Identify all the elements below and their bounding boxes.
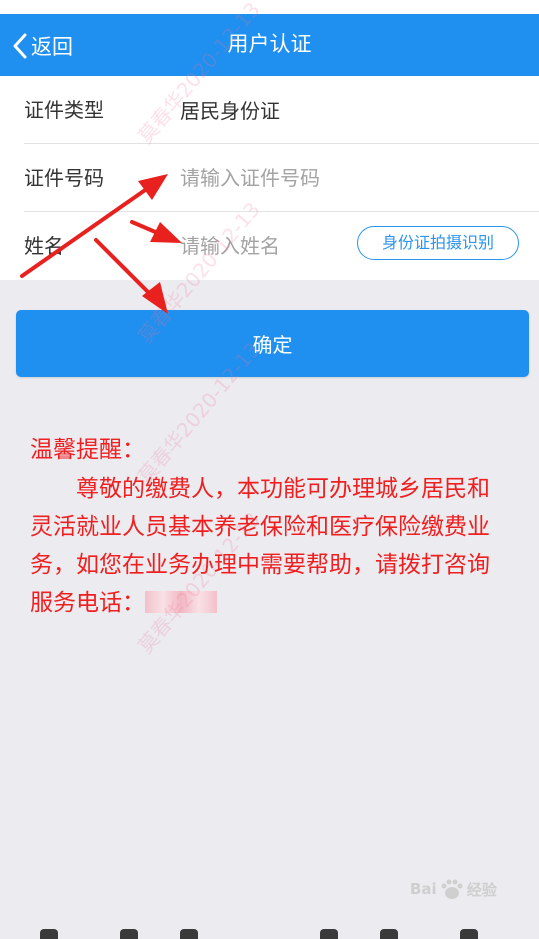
- nav-icon[interactable]: [380, 929, 398, 939]
- nav-icon[interactable]: [120, 929, 138, 939]
- baidu-jingyan-logo: Bai 经验: [410, 878, 497, 900]
- nav-icon[interactable]: [320, 929, 338, 939]
- name-row: 姓名 身份证拍摄识别: [0, 212, 539, 280]
- nav-icon[interactable]: [180, 929, 198, 939]
- top-navigation-bar: 返回 用户认证: [0, 14, 539, 76]
- id-card-scan-button[interactable]: 身份证拍摄识别: [357, 226, 519, 260]
- id-type-label: 证件类型: [24, 98, 104, 122]
- id-type-row[interactable]: 证件类型 居民身份证: [0, 76, 539, 144]
- notice-title: 温馨提醒：: [30, 437, 145, 463]
- bottom-navigation-bar: [0, 925, 539, 939]
- nav-icon[interactable]: [40, 929, 58, 939]
- id-number-input[interactable]: [176, 158, 514, 198]
- notice-box: 温馨提醒： 尊敬的缴费人，本功能可办理城乡居民和灵活就业人员基本养老保险和医疗保…: [30, 430, 510, 622]
- back-label: 返回: [31, 35, 73, 59]
- user-verification-page: 返回 用户认证 证件类型 居民身份证 证件号码 姓名 身份证拍摄识别 确定 温馨…: [0, 0, 539, 939]
- id-number-label: 证件号码: [24, 166, 104, 190]
- page-title: 用户认证: [227, 32, 312, 56]
- baidu-logo-right: 经验: [466, 880, 497, 899]
- paw-icon: [441, 879, 463, 899]
- name-label: 姓名: [24, 234, 64, 258]
- nav-icon[interactable]: [460, 929, 478, 939]
- baidu-logo-left: Bai: [410, 880, 437, 898]
- chevron-left-icon: [13, 33, 27, 59]
- back-button[interactable]: 返回: [12, 28, 73, 64]
